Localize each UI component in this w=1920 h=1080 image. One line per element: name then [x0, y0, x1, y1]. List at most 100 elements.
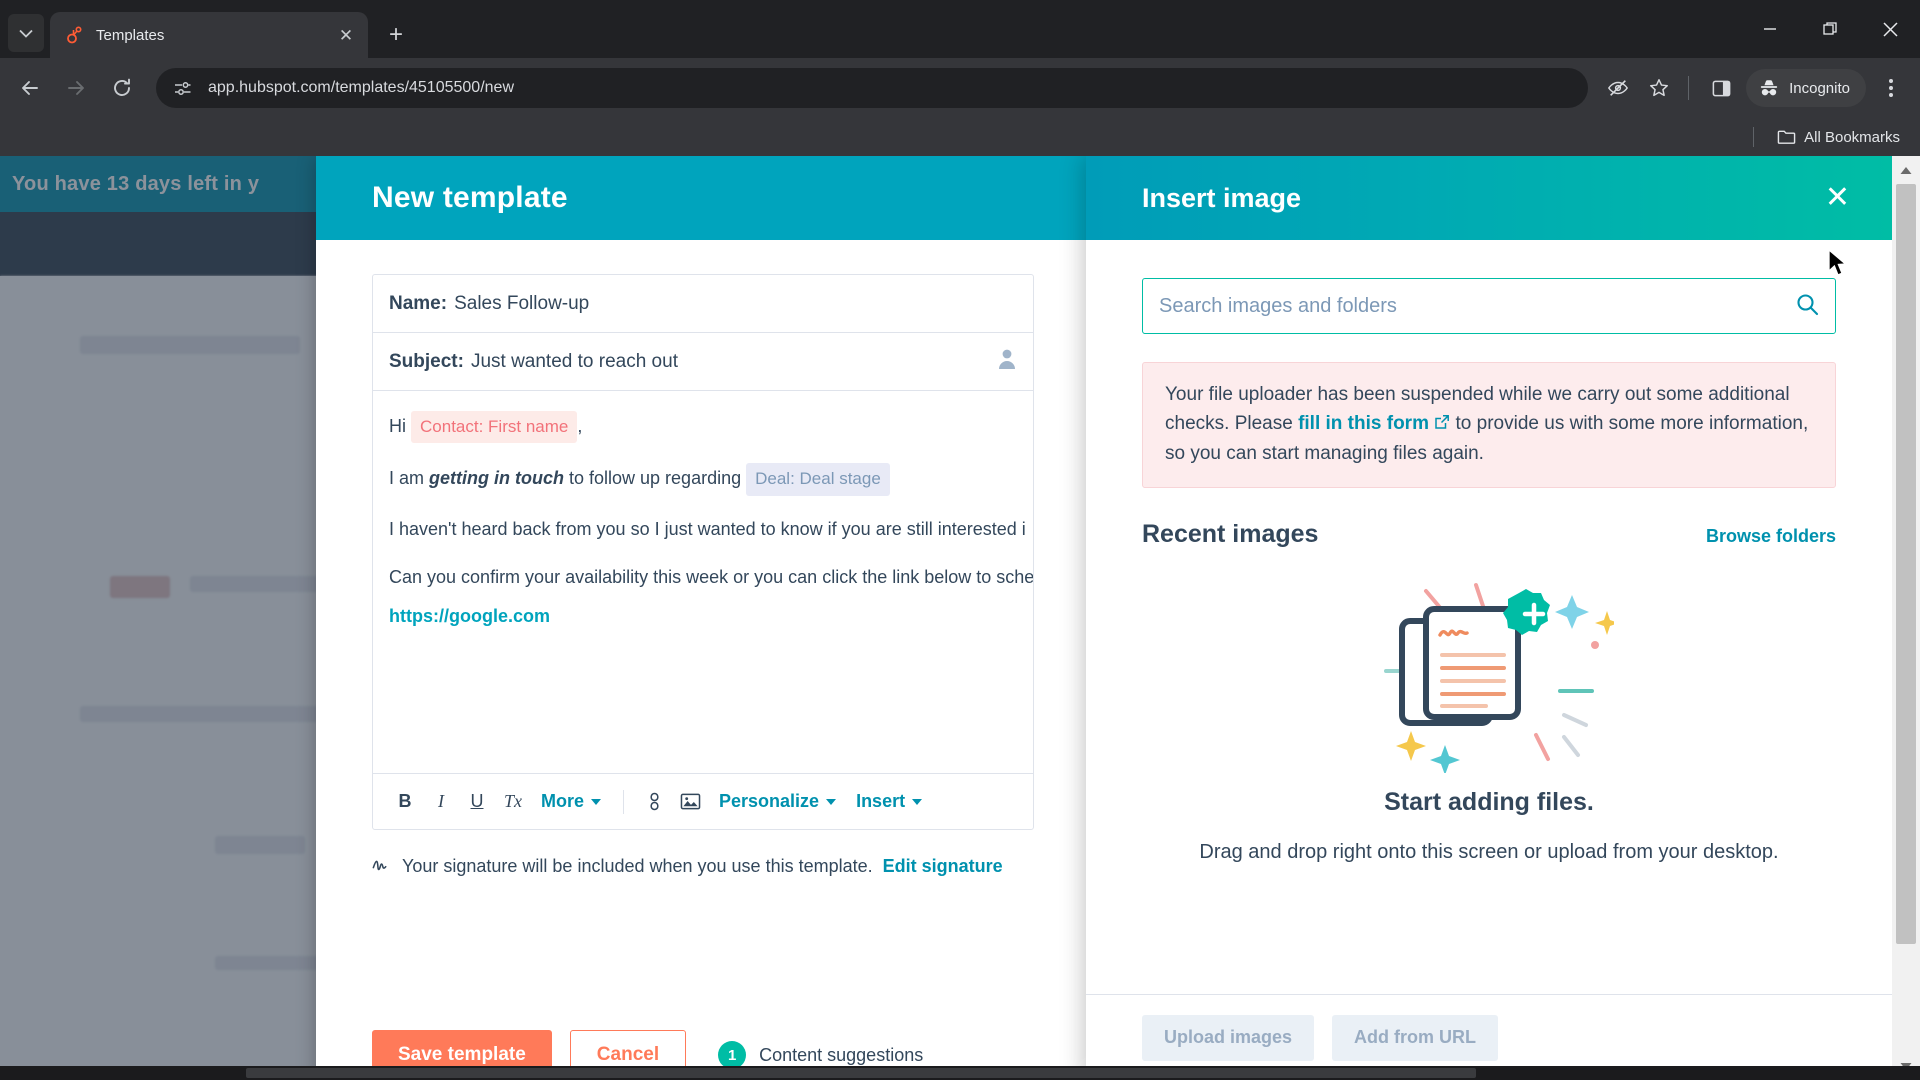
tab-strip: Templates ✕ + — [0, 0, 1920, 58]
insert-dropdown[interactable]: Insert — [848, 785, 930, 819]
content-suggestions[interactable]: 1 Content suggestions — [718, 1041, 923, 1069]
all-bookmarks-button[interactable]: All Bookmarks — [1771, 126, 1906, 149]
personalize-label: Personalize — [719, 791, 820, 811]
bookmark-button[interactable] — [1640, 69, 1678, 107]
chevron-down-icon — [826, 798, 837, 805]
page-viewport: You have 13 days left in y New template — [0, 156, 1920, 1080]
line2-b: to follow up regarding — [564, 468, 747, 489]
new-tab-button[interactable]: + — [378, 17, 414, 53]
side-panel-button[interactable] — [1702, 69, 1740, 107]
more-dropdown[interactable]: More — [533, 785, 609, 819]
incognito-profile-button[interactable]: Incognito — [1746, 69, 1866, 107]
horizontal-scrollbar-thumb[interactable] — [246, 1068, 1476, 1078]
side-panel-icon — [1712, 80, 1730, 96]
toolbar-divider — [1688, 76, 1690, 100]
vertical-scrollbar[interactable] — [1892, 156, 1920, 1080]
bookmarks-bar: All Bookmarks — [0, 118, 1920, 156]
window-controls — [1740, 0, 1920, 58]
signature-note: Your signature will be included when you… — [372, 856, 1034, 877]
contact-first-name-token[interactable]: Contact: First name — [411, 411, 578, 444]
personalize-dropdown[interactable]: Personalize — [711, 785, 844, 819]
forward-button[interactable] — [56, 68, 96, 108]
browser-tab[interactable]: Templates ✕ — [50, 12, 368, 58]
scroll-up-button[interactable] — [1892, 156, 1920, 184]
tab-title: Templates — [96, 26, 165, 44]
name-field-row[interactable]: Name: Sales Follow-up — [373, 275, 1033, 333]
url-text: app.hubspot.com/templates/45105500/new — [208, 79, 514, 96]
google-link[interactable]: https://google.com — [389, 606, 550, 626]
toolbar-divider — [623, 789, 625, 814]
edit-signature-link[interactable]: Edit signature — [883, 856, 1003, 877]
browser-menu-button[interactable] — [1872, 69, 1910, 107]
kebab-dot — [1889, 86, 1893, 90]
email-body-editor[interactable]: Hi Contact: First name, I am getting in … — [373, 391, 1033, 773]
name-field-value: Sales Follow-up — [454, 292, 590, 314]
new-template-modal: New template Name: Sales Follow-up Subje… — [316, 156, 1090, 1080]
scrollbar-track[interactable] — [1892, 184, 1920, 1052]
kebab-dot — [1889, 79, 1893, 83]
deal-stage-token[interactable]: Deal: Deal stage — [746, 463, 890, 496]
bold-button[interactable]: B — [389, 785, 421, 819]
profile-label: Incognito — [1789, 79, 1850, 97]
horizontal-scrollbar[interactable] — [0, 1066, 1920, 1080]
clear-formatting-button[interactable]: Tx — [497, 785, 529, 819]
forward-arrow-icon — [68, 81, 84, 95]
person-icon[interactable] — [997, 348, 1017, 376]
insert-image-title: Insert image — [1142, 182, 1302, 213]
bookmarks-divider — [1753, 127, 1755, 147]
tracking-protection-button[interactable] — [1599, 69, 1637, 107]
new-template-body: Name: Sales Follow-up Subject: Just want… — [316, 240, 1090, 1000]
search-icon[interactable] — [1795, 292, 1819, 321]
suggestions-count-badge: 1 — [718, 1041, 747, 1069]
back-button[interactable] — [10, 68, 50, 108]
chevron-down-icon — [591, 798, 602, 805]
subject-field-row[interactable]: Subject: Just wanted to reach out — [373, 333, 1033, 391]
tab-search-button[interactable] — [8, 14, 44, 52]
editor-toolbar: B I U Tx More Personalize Insert — [373, 773, 1033, 829]
recent-images-row: Recent images Browse folders — [1142, 520, 1836, 549]
image-icon[interactable] — [674, 785, 707, 819]
triangle-up-icon — [1900, 166, 1912, 174]
external-link-icon[interactable] — [1434, 411, 1450, 440]
folder-icon — [1777, 130, 1796, 144]
documents-with-plus-badge-illustration — [1364, 573, 1619, 778]
kebab-dot — [1889, 93, 1893, 97]
address-bar[interactable]: app.hubspot.com/templates/45105500/new — [156, 68, 1589, 108]
tab-close-button[interactable]: ✕ — [334, 23, 358, 47]
recent-images-heading: Recent images — [1142, 519, 1319, 548]
minimize-button[interactable] — [1740, 0, 1800, 58]
insert-image-content: Your file uploader has been suspended wh… — [1086, 240, 1892, 994]
underline-button[interactable]: U — [461, 785, 493, 819]
link-icon[interactable] — [638, 785, 670, 819]
minimize-icon — [1764, 28, 1776, 30]
insert-label: Insert — [856, 791, 906, 811]
close-panel-button[interactable]: ✕ — [1817, 179, 1858, 217]
italic-button[interactable]: I — [425, 785, 457, 819]
search-input[interactable] — [1159, 294, 1795, 318]
upload-images-button[interactable]: Upload images — [1142, 1014, 1315, 1061]
signature-icon — [372, 856, 392, 877]
reload-button[interactable] — [102, 68, 142, 108]
new-template-header: New template — [316, 156, 1090, 240]
subject-field-label: Subject: — [389, 350, 464, 372]
page-settings-icon[interactable] — [170, 76, 194, 100]
browser-toolbar: app.hubspot.com/templates/45105500/new I… — [0, 58, 1920, 118]
body-line-3: I haven't heard back from you so I just … — [389, 518, 1026, 539]
browse-folders-link[interactable]: Browse folders — [1706, 526, 1836, 547]
search-images-box[interactable] — [1142, 278, 1836, 334]
uploader-suspended-warning: Your file uploader has been suspended wh… — [1142, 362, 1836, 488]
new-template-title: New template — [372, 181, 568, 214]
maximize-icon — [1823, 22, 1837, 35]
body-line-4: Can you confirm your availability this w… — [389, 566, 1033, 587]
chevron-down-icon — [19, 29, 33, 38]
suggestions-label: Content suggestions — [759, 1044, 924, 1065]
body-line-link: https://google.com — [389, 603, 1017, 631]
fill-in-form-link[interactable]: fill in this form — [1298, 413, 1429, 434]
subject-field-value: Just wanted to reach out — [470, 350, 678, 372]
close-window-button[interactable] — [1860, 0, 1920, 58]
template-editor-card: Name: Sales Follow-up Subject: Just want… — [372, 274, 1034, 830]
add-from-url-button[interactable]: Add from URL — [1332, 1014, 1499, 1061]
maximize-button[interactable] — [1800, 0, 1860, 58]
scrollbar-thumb[interactable] — [1896, 184, 1916, 944]
chevron-down-icon — [912, 798, 923, 805]
